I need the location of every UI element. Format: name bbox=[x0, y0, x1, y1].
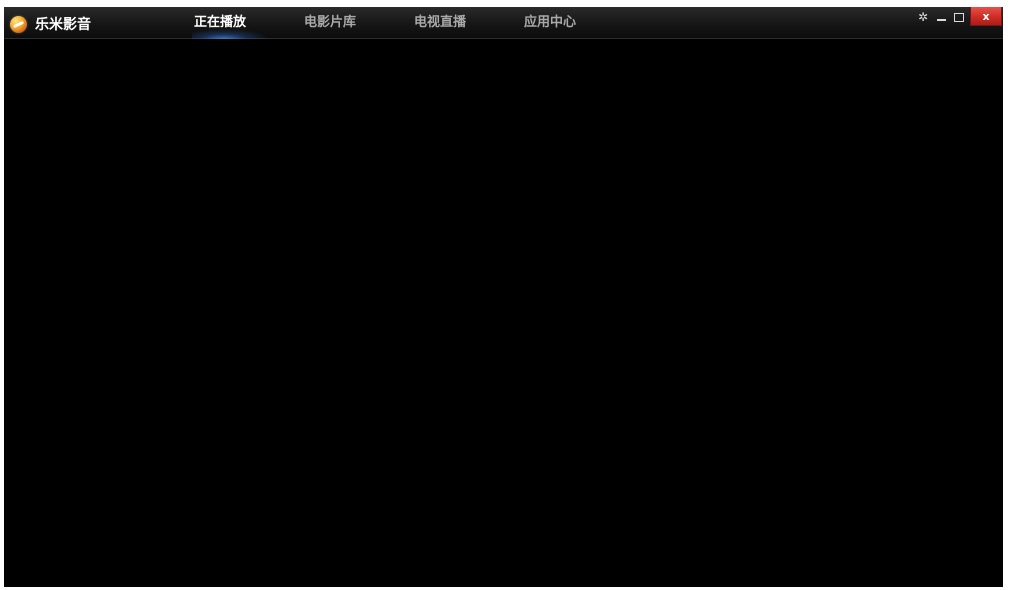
tab-app-center[interactable]: 应用中心 bbox=[522, 7, 632, 39]
maximize-button[interactable] bbox=[950, 7, 968, 27]
gear-icon: ✲ bbox=[917, 10, 929, 24]
app-logo: 乐米影音 bbox=[10, 14, 91, 34]
tab-now-playing[interactable]: 正在播放 bbox=[192, 7, 302, 39]
settings-button[interactable]: ✲ bbox=[914, 7, 932, 27]
title-bar[interactable]: 乐米影音 正在播放 电影片库 电视直播 应用中心 ✲ x bbox=[4, 7, 1003, 39]
tab-label: 应用中心 bbox=[524, 15, 577, 30]
window-controls: ✲ x bbox=[914, 7, 1003, 39]
minimize-button[interactable] bbox=[932, 7, 950, 27]
tab-label: 电影片库 bbox=[304, 15, 357, 30]
tab-live-tv[interactable]: 电视直播 bbox=[412, 7, 522, 39]
minimize-icon bbox=[936, 18, 946, 21]
close-button[interactable]: x bbox=[970, 7, 1002, 26]
player-window: 乐米影音 正在播放 电影片库 电视直播 应用中心 ✲ x bbox=[4, 7, 1003, 587]
tab-label: 电视直播 bbox=[414, 15, 467, 30]
maximize-icon bbox=[954, 12, 964, 22]
app-logo-icon bbox=[10, 15, 27, 33]
main-nav: 正在播放 电影片库 电视直播 应用中心 bbox=[192, 7, 632, 39]
tab-movie-library[interactable]: 电影片库 bbox=[302, 7, 412, 39]
close-icon: x bbox=[982, 9, 990, 23]
tab-label: 正在播放 bbox=[194, 15, 247, 30]
video-canvas[interactable] bbox=[4, 39, 1003, 587]
app-title: 乐米影音 bbox=[35, 17, 91, 33]
